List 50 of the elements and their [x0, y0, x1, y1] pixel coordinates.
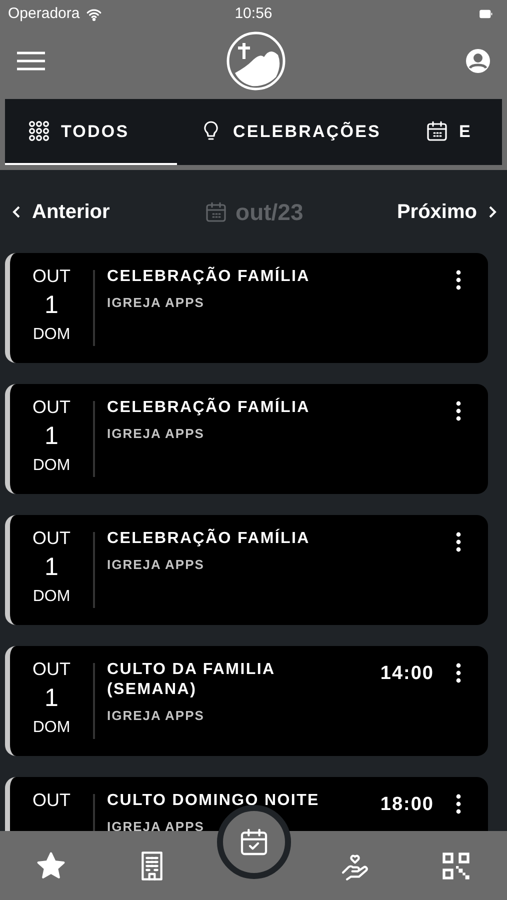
event-weekday: DOM: [32, 325, 70, 346]
event-organizer: IGREJA APPS: [107, 294, 206, 312]
event-weekday: DOM: [32, 587, 70, 608]
chevron-left-icon: [12, 204, 22, 219]
menu-button[interactable]: [16, 49, 46, 74]
event-day: 1: [44, 287, 58, 324]
current-month: out/23: [236, 198, 304, 226]
tab[interactable]: CELEBRAÇÕES: [177, 99, 403, 166]
qr-code-icon: [440, 850, 472, 882]
event-month: OUT: [32, 527, 70, 550]
event-day: 1: [44, 680, 58, 716]
event-title: CELEBRAÇÃO FAMÍLIA: [107, 267, 311, 288]
event-time: 14:00: [380, 662, 435, 686]
event-organizer: IGREJA APPS: [107, 425, 206, 444]
event-month: OUT: [32, 658, 70, 680]
event-weekday: DOM: [32, 456, 70, 476]
event-title: CULTO DA FAMILIA (SEMANA): [107, 660, 276, 700]
event-month: OUT: [32, 265, 70, 288]
more-icon: [456, 401, 460, 422]
clock-time: 10:56: [234, 4, 272, 22]
event-card[interactable]: OUT 1 DOM CELEBRAÇÃO FAMÍLIA IGREJA APPS: [5, 253, 488, 364]
tab[interactable]: E: [402, 99, 494, 166]
calendar-icon: [204, 200, 228, 224]
tab[interactable]: TODOS: [5, 99, 177, 166]
event-card[interactable]: OUT 1 DOM CULTO DA FAMILIA (SEMANA) IGREJA APPS 14:00: [5, 646, 488, 756]
next-link[interactable]: Próximo: [396, 196, 497, 227]
event-organizer: IGREJA APPS: [107, 707, 206, 726]
more-icon: [456, 794, 460, 814]
event-organizer: IGREJA APPS: [107, 556, 206, 574]
event-weekday: DOM: [32, 718, 70, 738]
event-title: CELEBRAÇÃO FAMÍLIA: [107, 398, 311, 418]
more-icon: [456, 663, 460, 684]
previous-link[interactable]: Anterior: [12, 196, 110, 227]
event-day: 1: [44, 418, 58, 454]
event-title: CELEBRAÇÃO FAMÍLIA: [107, 529, 311, 550]
chevron-right-icon: [487, 204, 497, 219]
more-icon: [456, 532, 460, 552]
more-icon: [456, 270, 460, 290]
profile-button[interactable]: [465, 48, 491, 74]
wifi-icon: [84, 6, 103, 21]
event-month: OUT: [32, 396, 70, 418]
event-day: 1: [44, 549, 58, 586]
event-title: CULTO DOMINGO NOITE: [107, 791, 320, 812]
event-time: 18:00: [380, 793, 435, 818]
carrier-name: Operadora: [8, 4, 80, 24]
logo-icon: [226, 31, 286, 92]
event-month: OUT: [32, 789, 70, 812]
star-icon: [34, 850, 67, 882]
event-card[interactable]: OUT 1 DOM CELEBRAÇÃO FAMÍLIA IGREJA APPS: [5, 515, 488, 626]
event-card[interactable]: OUT 1 DOM CELEBRAÇÃO FAMÍLIA IGREJA APPS: [5, 384, 488, 494]
